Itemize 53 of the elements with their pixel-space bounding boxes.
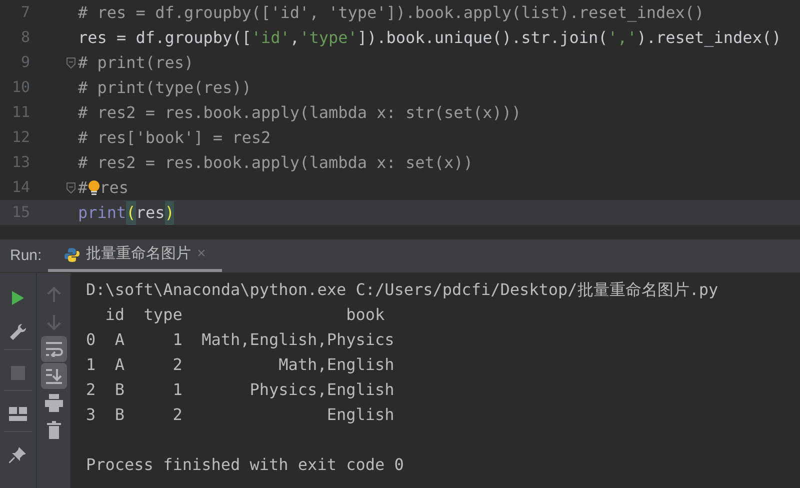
code-text: res = df.groupby([	[78, 26, 252, 48]
line-number: 14	[10, 177, 30, 198]
code-text: ','	[608, 26, 637, 48]
run-icon	[11, 290, 25, 306]
code-text: # print(type(res))	[78, 76, 252, 98]
down-arrow-icon	[46, 314, 60, 330]
exit-message: Process finished with exit code 0	[86, 454, 405, 476]
code-text: ).reset_index()	[636, 26, 782, 49]
code-text: # res2 = res.book.apply(lambda x: str(set(x)))	[78, 102, 522, 124]
code-text: ]).book.unique().str.join(	[357, 26, 608, 48]
python-icon	[64, 246, 80, 262]
toolbar-button[interactable]	[40, 336, 66, 362]
code-text: print	[78, 202, 126, 224]
code-text: # res2 = res.book.apply(lambda x: set(x))	[78, 152, 473, 174]
soft-wrap-icon	[44, 340, 62, 356]
lightbulb-icon[interactable]	[88, 180, 100, 196]
line-number: 10	[10, 77, 30, 98]
toolbar-button[interactable]	[40, 362, 66, 388]
console-line: id type book	[104, 304, 386, 326]
up-arrow-icon	[46, 286, 60, 302]
console-line: 1 A 2 Math,English	[86, 354, 396, 376]
line-number: 8	[20, 27, 30, 48]
fold-marker-icon[interactable]	[66, 182, 76, 194]
stop-icon	[11, 366, 25, 380]
code-text: 'type'	[300, 26, 358, 48]
code-text: res	[136, 202, 165, 224]
code-text: )	[164, 200, 174, 224]
trash-icon	[46, 420, 60, 438]
tab-title: 批量重命名图片	[86, 244, 191, 264]
code-text: # res['book'] = res2	[78, 126, 271, 148]
code-text: # res = df.groupby(['id', 'type']).book.apply(list).reset_index()	[78, 2, 704, 24]
line-number: 13	[10, 152, 30, 174]
panel-label: Run:	[9, 246, 43, 266]
code-text: 'id'	[251, 26, 290, 48]
code-text: ,	[290, 26, 300, 48]
line-number: 11	[10, 102, 30, 124]
code-text: (	[126, 200, 136, 224]
pin-icon	[9, 446, 27, 464]
line-number: 9	[20, 52, 30, 74]
scroll-to-end-icon	[44, 368, 62, 384]
console-line: 0 A 1 Math,English,Physics	[86, 329, 396, 351]
console-line: 3 B 2 English	[86, 404, 396, 426]
code-text: #	[78, 176, 88, 198]
code-text: # print(res)	[78, 52, 194, 74]
layout-icon	[9, 407, 27, 421]
printer-icon	[44, 394, 62, 412]
line-number: 12	[10, 127, 30, 148]
line-number: 7	[20, 2, 30, 24]
console-line: 2 B 1 Physics,English	[86, 379, 396, 401]
console-line: D:\soft\Anaconda\python.exe C:/Users/pdcfi/Desktop/批量重命名图片.py	[86, 279, 720, 301]
fold-marker-icon[interactable]	[66, 56, 76, 68]
code-text: res	[100, 176, 129, 198]
wrench-icon	[9, 323, 27, 341]
